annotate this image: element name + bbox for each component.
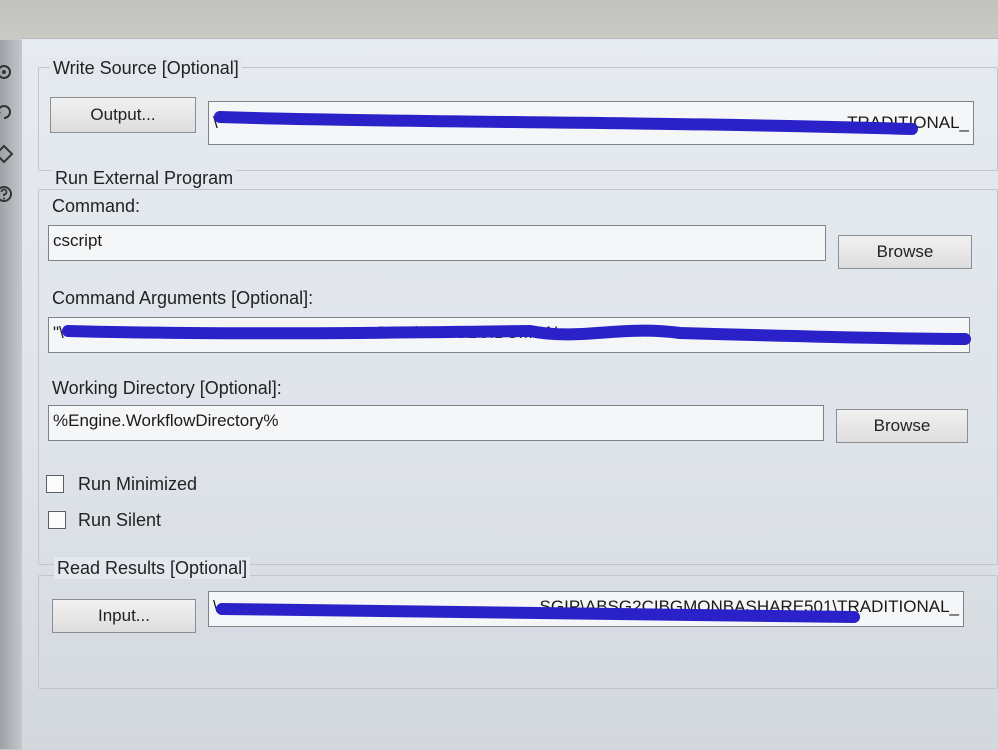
command-arguments-input[interactable]: "\ SGIP\ABSG2CIBGMON [48, 317, 970, 353]
configuration-panel: Write Source [Optional] Output... \ TRAD… [22, 38, 998, 750]
command-arguments-fragment: SGIP\ABSG2CIBGMON [375, 323, 559, 342]
run-silent-label: Run Silent [78, 510, 162, 530]
run-minimized-checkbox[interactable] [46, 475, 64, 493]
run-silent-checkbox[interactable] [48, 511, 66, 529]
input-button[interactable]: Input... [52, 599, 196, 633]
output-button[interactable]: Output... [50, 97, 196, 133]
rotate-icon[interactable] [0, 102, 14, 122]
run-minimized-label: Run Minimized [78, 474, 198, 494]
left-toolbar [0, 40, 22, 749]
read-results-path-field[interactable]: \ SGIP\ABSG2CIBGMONBASHARE501\TRADITIONA… [208, 591, 964, 627]
gear-icon[interactable] [0, 62, 14, 82]
write-source-path-start: \ [213, 113, 218, 132]
read-results-path-start: \ [213, 597, 218, 616]
command-arguments-label: Command Arguments [Optional]: [52, 288, 314, 308]
run-external-program-legend: Run External Program [52, 167, 237, 189]
working-directory-input[interactable]: %Engine.WorkflowDirectory% [48, 405, 824, 441]
tag-icon[interactable] [0, 144, 14, 164]
read-results-legend: Read Results [Optional] [54, 557, 251, 579]
command-input[interactable]: cscript [48, 225, 826, 261]
command-label: Command: [52, 196, 141, 216]
write-source-path-field[interactable]: \ TRADITIONAL_ [208, 101, 974, 145]
write-source-legend: Write Source [Optional] [50, 57, 242, 79]
read-results-path-fragment: SGIP\ABSG2CIBGMONBASHARE501\TRADITIONAL_ [539, 597, 959, 616]
command-browse-button[interactable]: Browse [838, 235, 972, 269]
help-icon[interactable] [0, 184, 14, 204]
command-arguments-start: "\ [53, 323, 64, 342]
write-source-path-tail: TRADITIONAL_ [847, 113, 969, 132]
working-directory-browse-button[interactable]: Browse [836, 409, 968, 443]
working-directory-label: Working Directory [Optional]: [52, 378, 282, 398]
